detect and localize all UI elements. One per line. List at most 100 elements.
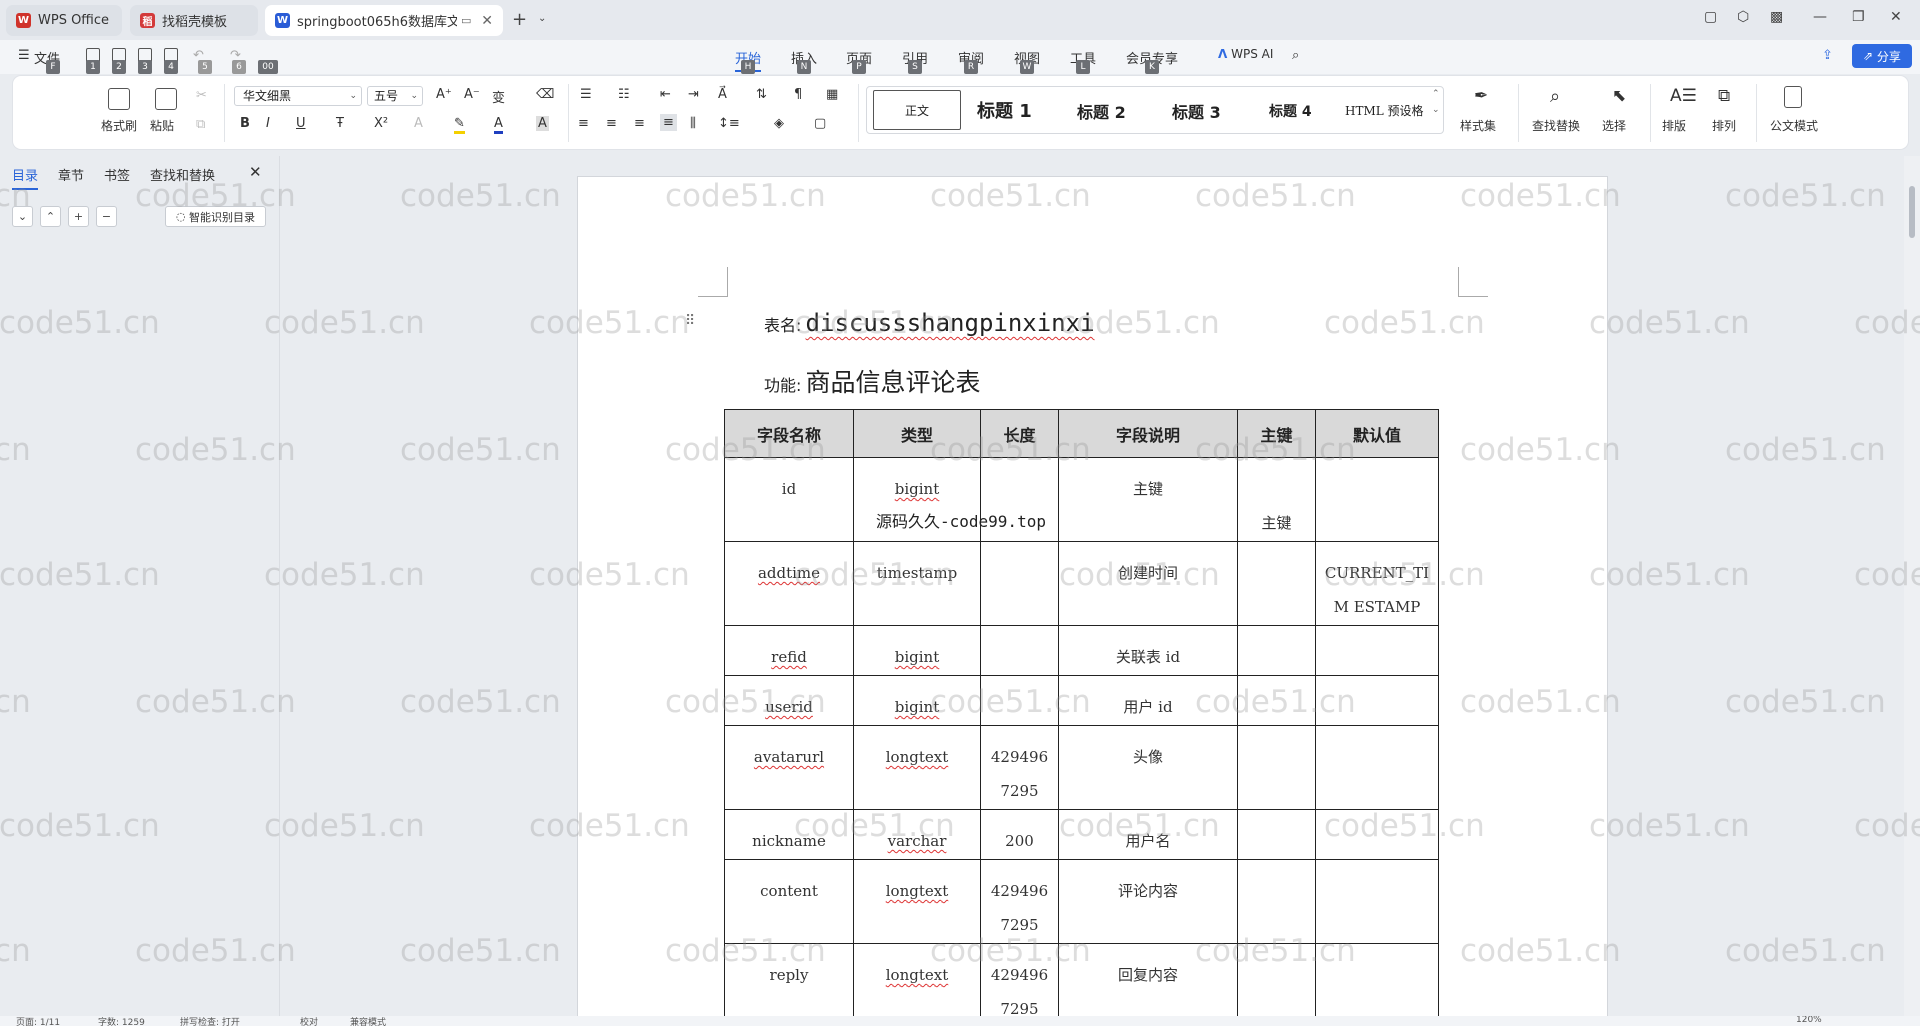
- cube-icon[interactable]: ⬡: [1737, 9, 1749, 25]
- find-replace-icon[interactable]: ⌕: [1550, 86, 1560, 107]
- bold-button[interactable]: B: [240, 116, 250, 131]
- collapse-icon[interactable]: ⌄: [12, 206, 33, 227]
- cell-desc[interactable]: 创建时间: [1058, 541, 1238, 626]
- cell-name[interactable]: nickname: [724, 809, 854, 860]
- italic-button[interactable]: I: [266, 116, 270, 131]
- cell-type[interactable]: longtext: [853, 859, 981, 944]
- cut-icon[interactable]: ✂: [196, 88, 207, 103]
- wps-ai-button[interactable]: Ʌ WPS AI: [1218, 47, 1273, 61]
- chevron-down-icon[interactable]: ⌄: [1432, 105, 1440, 115]
- tab-docer[interactable]: 稻 找稻壳模板: [130, 5, 258, 36]
- cell-default[interactable]: [1315, 457, 1439, 542]
- style-html-preset[interactable]: HTML 预设格: [1345, 102, 1424, 119]
- vertical-scrollbar[interactable]: [1904, 156, 1920, 1016]
- cell-type[interactable]: bigint: [853, 675, 981, 726]
- close-icon[interactable]: ✕: [481, 13, 493, 29]
- cell-name[interactable]: addtime: [724, 541, 854, 626]
- distribute-icon[interactable]: ⫼: [690, 116, 696, 131]
- cell-default[interactable]: [1315, 725, 1439, 810]
- cell-name[interactable]: reply: [724, 943, 854, 1016]
- cell-default[interactable]: [1315, 809, 1439, 860]
- cell-length[interactable]: 200: [980, 809, 1059, 860]
- copy-icon[interactable]: ⧉: [196, 117, 205, 132]
- cell-default[interactable]: [1315, 675, 1439, 726]
- status-words[interactable]: 字数: 1259: [98, 1016, 145, 1026]
- cell-pk[interactable]: [1237, 809, 1316, 860]
- cloud-upload-icon[interactable]: ⇪: [1822, 48, 1833, 63]
- drag-handle-icon[interactable]: ⠿: [685, 313, 695, 329]
- shrink-font-icon[interactable]: A⁻: [464, 87, 480, 102]
- cell-pk[interactable]: [1237, 725, 1316, 810]
- find-replace-button[interactable]: 查找替换: [1532, 117, 1580, 134]
- strikethrough-icon[interactable]: Ŧ: [336, 116, 344, 131]
- cell-pk[interactable]: [1237, 943, 1316, 1016]
- cell-pk[interactable]: [1237, 541, 1316, 626]
- bullet-list-icon[interactable]: ☰: [580, 87, 592, 102]
- minimize-icon[interactable]: —: [1813, 9, 1827, 25]
- cell-default[interactable]: [1315, 859, 1439, 944]
- cell-type[interactable]: varchar: [853, 809, 981, 860]
- cell-length[interactable]: [980, 675, 1059, 726]
- cell-type[interactable]: longtext: [853, 725, 981, 810]
- tab-bookmarks[interactable]: 书签: [104, 165, 130, 184]
- close-window-icon[interactable]: ✕: [1890, 9, 1902, 25]
- table-grid-icon[interactable]: ▦: [826, 87, 838, 102]
- numbered-list-icon[interactable]: ☷: [618, 87, 630, 102]
- hamburger-icon[interactable]: ☰: [18, 48, 30, 63]
- cell-default[interactable]: [1315, 625, 1439, 676]
- style-heading-4[interactable]: 标题 4: [1269, 101, 1312, 121]
- chevron-down-icon[interactable]: ⌄: [538, 13, 546, 24]
- arrange-icon[interactable]: ⧉: [1718, 86, 1730, 106]
- close-pane-icon[interactable]: ✕: [249, 163, 262, 181]
- cell-type[interactable]: timestamp: [853, 541, 981, 626]
- clear-format-icon[interactable]: ⌫: [536, 87, 554, 102]
- style-heading-1[interactable]: 标题 1: [977, 97, 1032, 123]
- paste-icon[interactable]: [155, 88, 177, 110]
- paste-button[interactable]: 粘贴: [150, 117, 174, 134]
- tab-sections[interactable]: 章节: [58, 165, 84, 184]
- shading-icon[interactable]: ◈: [774, 116, 784, 131]
- cell-desc[interactable]: 回复内容: [1058, 943, 1238, 1016]
- justify-icon[interactable]: ≡: [660, 114, 677, 131]
- font-size-select[interactable]: 五号 ⌄: [367, 86, 423, 106]
- smart-toc-button[interactable]: ◌ 智能识别目录: [165, 206, 266, 227]
- remove-icon[interactable]: −: [96, 206, 117, 227]
- cell-desc[interactable]: 评论内容: [1058, 859, 1238, 944]
- increase-indent-icon[interactable]: ⇥: [688, 87, 699, 102]
- cell-name[interactable]: refid: [724, 625, 854, 676]
- cell-length[interactable]: [980, 625, 1059, 676]
- cell-pk[interactable]: [1237, 625, 1316, 676]
- cell-default[interactable]: CURRENT_TIM ESTAMP: [1315, 541, 1439, 626]
- cell-desc[interactable]: 关联表 id: [1058, 625, 1238, 676]
- window-layout-icon[interactable]: ▢: [1704, 9, 1717, 25]
- cell-length[interactable]: 429496 7295: [980, 943, 1059, 1016]
- cell-type[interactable]: bigint: [853, 625, 981, 676]
- superscript-icon[interactable]: X²: [374, 116, 388, 131]
- select-cursor-icon[interactable]: ⬉: [1612, 86, 1626, 106]
- style-normal[interactable]: 正文: [873, 90, 961, 130]
- cell-name[interactable]: content: [724, 859, 854, 944]
- style-heading-2[interactable]: 标题 2: [1077, 99, 1126, 123]
- expand-icon[interactable]: ⌃: [40, 206, 61, 227]
- scrollbar-thumb[interactable]: [1909, 186, 1915, 238]
- style-set-icon[interactable]: ✒: [1474, 86, 1488, 106]
- font-color-icon[interactable]: A: [494, 116, 503, 134]
- cell-pk[interactable]: [1237, 859, 1316, 944]
- cell-desc[interactable]: 用户 id: [1058, 675, 1238, 726]
- tab-document[interactable]: W springboot065h6数据库文档 ▭ ✕: [265, 5, 503, 36]
- status-proof[interactable]: 校对: [300, 1016, 318, 1026]
- monitor-icon[interactable]: ▭: [461, 14, 471, 27]
- tab-toc[interactable]: 目录: [12, 165, 39, 190]
- new-tab-icon[interactable]: +: [512, 9, 527, 30]
- phonetic-icon[interactable]: 变: [492, 87, 505, 106]
- share-button[interactable]: ⇗ 分享: [1852, 44, 1912, 68]
- status-spell[interactable]: 拼写检查: 打开: [180, 1016, 240, 1026]
- char-shading-icon[interactable]: A: [536, 116, 549, 131]
- cell-pk[interactable]: [1237, 675, 1316, 726]
- search-icon[interactable]: ⌕: [1292, 48, 1299, 63]
- cell-name[interactable]: id: [724, 457, 854, 542]
- cell-desc[interactable]: 用户名: [1058, 809, 1238, 860]
- align-left-icon[interactable]: ≡: [578, 116, 589, 131]
- format-painter-button[interactable]: 格式刷: [101, 117, 137, 134]
- official-doc-icon[interactable]: [1784, 86, 1802, 108]
